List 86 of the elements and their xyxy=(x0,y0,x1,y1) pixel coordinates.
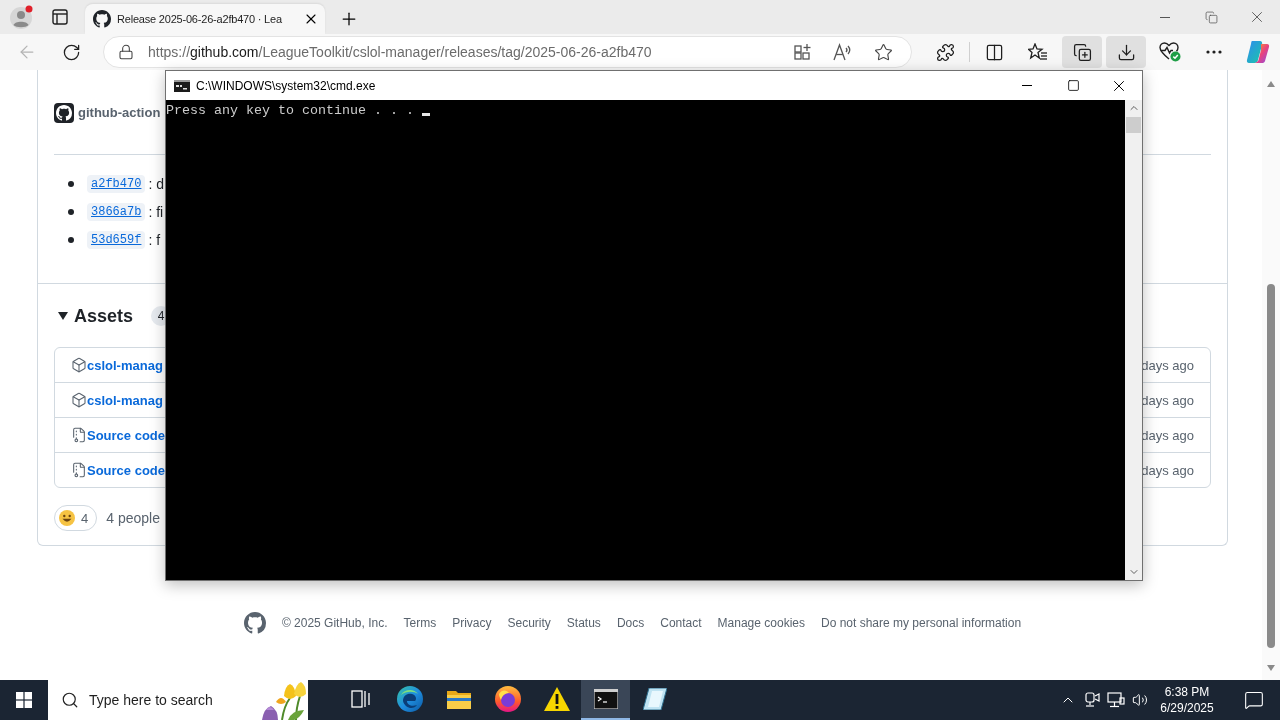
app-grid-icon xyxy=(794,43,812,61)
copilot-icon xyxy=(1246,40,1270,64)
minimize-icon xyxy=(1160,16,1170,18)
profile-icon xyxy=(10,5,34,29)
footer-link[interactable]: Manage cookies xyxy=(717,616,805,630)
folder-icon xyxy=(446,689,471,709)
smiley-icon xyxy=(59,510,75,526)
footer-link[interactable]: Do not share my personal information xyxy=(820,616,1022,630)
collections-icon xyxy=(1072,42,1092,62)
archive-file-icon xyxy=(71,427,87,443)
edge-icon xyxy=(396,686,423,712)
task-view-icon xyxy=(350,690,371,708)
speaker-icon xyxy=(1132,692,1148,708)
read-aloud-icon xyxy=(833,43,853,61)
logo-icon xyxy=(93,10,111,28)
heart-pulse-icon xyxy=(1159,42,1181,62)
windows-logo-icon xyxy=(16,692,32,708)
favorites-icon xyxy=(1028,43,1048,61)
bullet-icon xyxy=(68,181,74,187)
footer-link[interactable]: Security xyxy=(507,616,551,630)
refresh-icon xyxy=(61,42,81,62)
terminal-icon xyxy=(593,689,618,709)
asset-link[interactable]: Source code xyxy=(87,427,166,443)
split-screen-icon xyxy=(984,42,1004,62)
footer-link[interactable]: Contact xyxy=(660,616,702,630)
avatar-icon xyxy=(54,102,74,123)
commit-link[interactable]: a2fb470 xyxy=(87,175,146,193)
scrollbar-thumb[interactable] xyxy=(1267,284,1275,648)
terminal-taskbar-button[interactable] xyxy=(581,680,630,720)
tab-actions-icon xyxy=(52,9,68,25)
scrollbar-thumb[interactable] xyxy=(1126,117,1141,133)
console-output: Press any key to continue . . . xyxy=(166,103,414,119)
caret-icon xyxy=(58,311,68,321)
bullet-icon xyxy=(68,237,74,243)
page-scrollbar[interactable] xyxy=(1262,70,1280,680)
commit-link[interactable]: 3866a7b xyxy=(87,203,146,221)
maximize-icon xyxy=(1066,79,1080,92)
star-icon xyxy=(873,42,893,62)
search-field[interactable]: Type here to search xyxy=(48,680,308,720)
package-icon xyxy=(71,392,87,408)
speech-bubble-icon xyxy=(1244,690,1264,710)
commit-link[interactable]: 53d659f xyxy=(87,231,146,249)
caret-down-icon xyxy=(1267,665,1275,671)
terminal-icon xyxy=(174,79,190,92)
footer-link[interactable]: Privacy xyxy=(452,616,492,630)
firefox-icon xyxy=(494,686,521,712)
network-icon xyxy=(1107,692,1125,708)
package-icon xyxy=(71,357,87,373)
commit-message: : f xyxy=(148,232,161,248)
console-scrollbar[interactable] xyxy=(1125,100,1142,580)
commit-message: : fi xyxy=(148,204,164,220)
author-name: github-action xyxy=(78,105,161,120)
asset-link[interactable]: cslol-manag xyxy=(87,357,163,373)
text-cursor-icon xyxy=(421,113,430,116)
reaction-summary: 4 people xyxy=(106,510,160,526)
restore-icon xyxy=(1204,10,1218,24)
assets-heading: Assets xyxy=(74,305,134,327)
warning-icon xyxy=(543,687,570,711)
clock-time: 6:38 PM xyxy=(1164,684,1210,700)
footer-link[interactable]: Terms xyxy=(403,616,437,630)
downloads-button[interactable] xyxy=(1106,36,1146,68)
caret-up-icon xyxy=(1267,81,1275,87)
clock[interactable]: 6:38 PM 6/29/2025 xyxy=(1152,680,1222,720)
asset-link[interactable]: cslol-manag xyxy=(87,392,163,408)
lock-icon xyxy=(118,44,134,60)
address-field[interactable]: https://github.com/LeagueToolkit/cslol-manager/releases/tag/2025-06-26-a2fb470 xyxy=(103,36,912,68)
tilted-sheet-icon xyxy=(642,688,667,710)
meet-icon xyxy=(1084,692,1100,708)
footer-link[interactable]: Docs xyxy=(616,616,645,630)
search-icon xyxy=(61,691,79,709)
more-icon xyxy=(1206,50,1222,54)
window-title: C:\WINDOWS\system32\cmd.exe xyxy=(196,78,376,93)
copyright-text: © 2025 GitHub, Inc. xyxy=(281,616,388,630)
footer-link[interactable]: Status xyxy=(566,616,601,630)
clock-date: 6/29/2025 xyxy=(1160,700,1214,716)
archive-file-icon xyxy=(71,462,87,478)
download-icon xyxy=(1116,42,1136,62)
minimize-icon xyxy=(1022,85,1032,86)
logo-icon xyxy=(243,612,266,634)
reaction-button[interactable]: 4 xyxy=(54,505,98,531)
bullet-icon xyxy=(68,209,74,215)
commit-message: : d xyxy=(148,176,164,192)
collections-button[interactable] xyxy=(1062,36,1102,68)
extensions-icon xyxy=(935,42,955,62)
browser-tab[interactable]: Release 2025-06-26-a2fb470 · Lea xyxy=(85,4,325,34)
asset-link[interactable]: Source code xyxy=(87,462,166,478)
